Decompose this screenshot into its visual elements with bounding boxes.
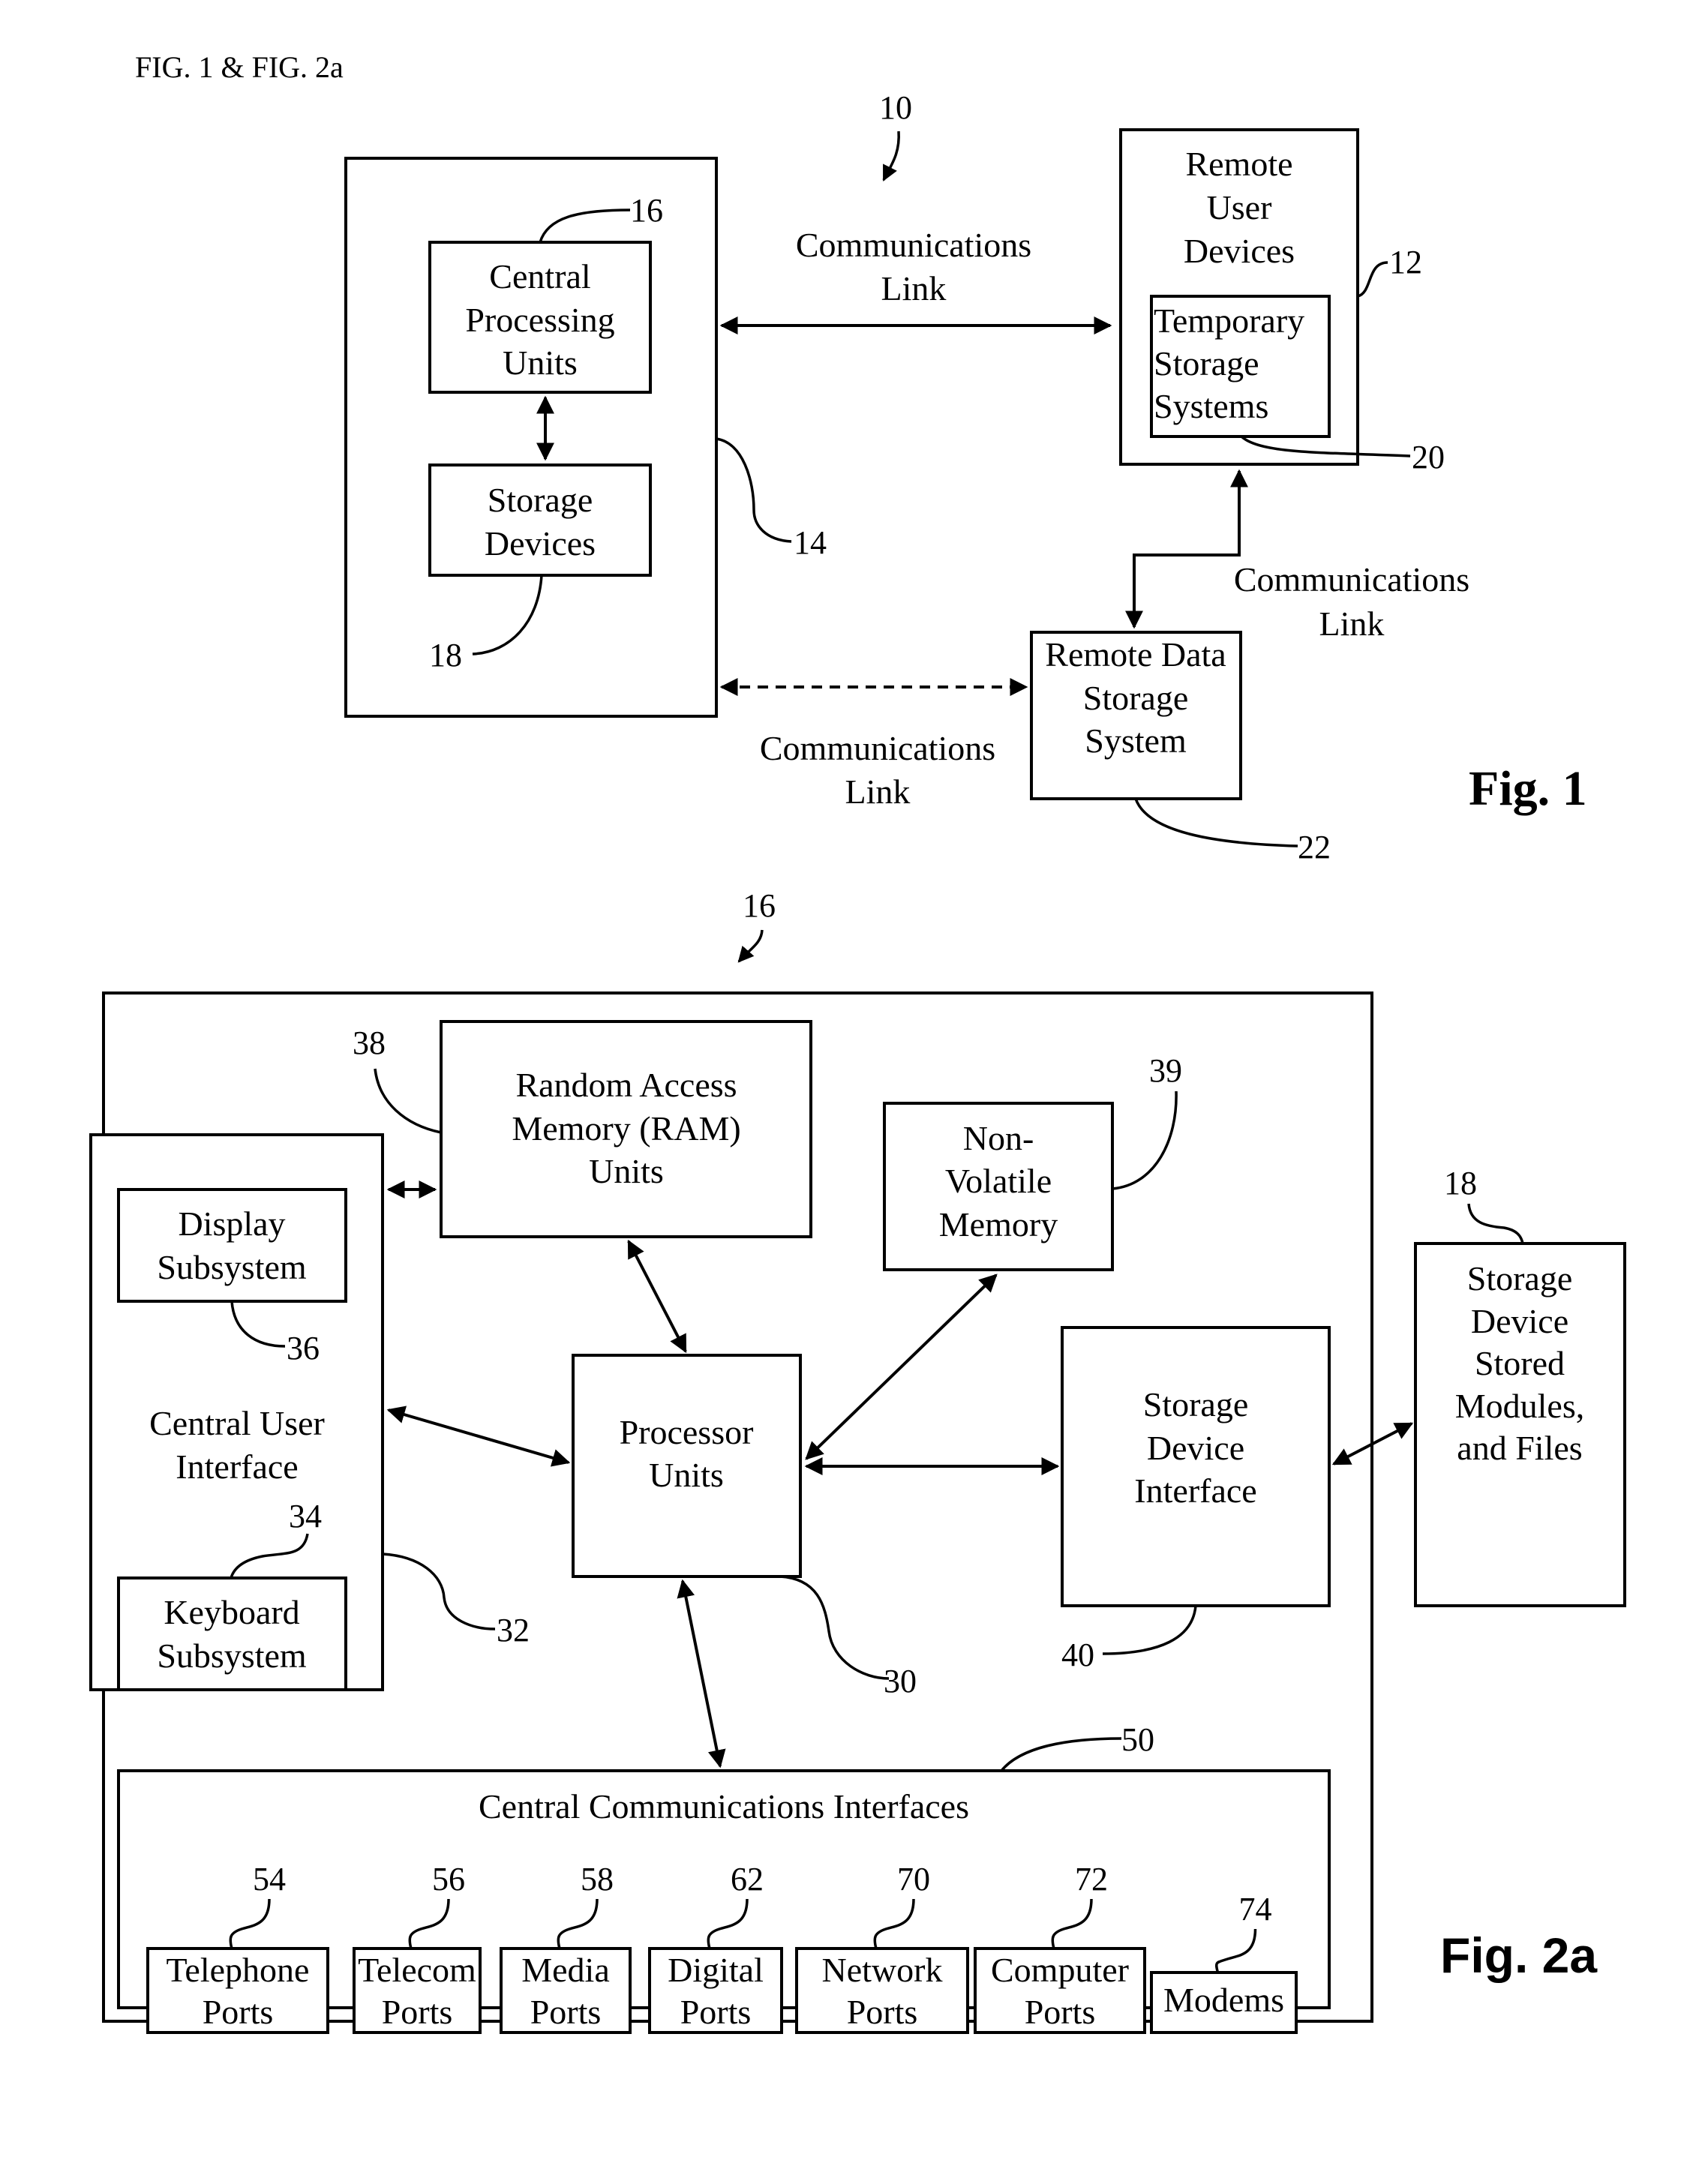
svg-text:Link: Link: [1319, 604, 1385, 643]
svg-text:Remote Data: Remote Data: [1045, 635, 1226, 674]
ref-12: 12: [1389, 244, 1422, 280]
ref-16: 16: [630, 192, 663, 229]
svg-text:Memory: Memory: [939, 1205, 1058, 1244]
svg-text:Link: Link: [881, 269, 947, 308]
ref-50: 50: [1121, 1721, 1154, 1758]
port-label: Ports: [847, 1993, 918, 2031]
svg-text:Storage: Storage: [488, 481, 593, 519]
port-label: Ports: [1025, 1993, 1096, 2031]
svg-text:Systems: Systems: [1154, 387, 1268, 425]
svg-text:Central User: Central User: [149, 1404, 325, 1442]
svg-text:Storage: Storage: [1467, 1259, 1573, 1298]
figure-1-caption: Fig. 1: [1469, 761, 1587, 816]
svg-text:Modules,: Modules,: [1455, 1387, 1585, 1425]
svg-text:Devices: Devices: [1184, 232, 1295, 270]
ref-30: 30: [884, 1663, 917, 1700]
svg-text:Processing: Processing: [465, 301, 614, 339]
ref-20: 20: [1412, 439, 1445, 476]
svg-text:Temporary: Temporary: [1154, 302, 1304, 340]
figure-1: 10 Central Processing Units 16 Storage D…: [344, 89, 1587, 866]
svg-text:Device: Device: [1471, 1302, 1568, 1340]
svg-text:Keyboard: Keyboard: [164, 1593, 299, 1631]
port-label: Digital: [668, 1951, 764, 1989]
svg-text:Units: Units: [589, 1152, 664, 1190]
figure-2a-caption: Fig. 2a: [1440, 1928, 1598, 1983]
link-label-1: Communications Link: [796, 226, 1031, 308]
svg-text:System: System: [1085, 722, 1187, 760]
sheet-header: FIG. 1 & FIG. 2a: [135, 50, 344, 84]
svg-text:User: User: [1207, 188, 1272, 226]
ref-12-leader: [1357, 261, 1388, 298]
communications-interfaces-title: Central Communications Interfaces: [479, 1787, 969, 1826]
ref-34: 34: [289, 1498, 322, 1534]
port-label: Telephone: [167, 1951, 310, 1989]
svg-text:and Files: and Files: [1457, 1429, 1582, 1467]
system-10-pointer-arrow: [882, 130, 900, 182]
ref-40: 40: [1061, 1636, 1094, 1673]
ref-16-fig2a: 16: [743, 887, 776, 924]
svg-text:Communications: Communications: [760, 729, 995, 767]
svg-text:Display: Display: [178, 1204, 285, 1243]
svg-text:Memory (RAM): Memory (RAM): [512, 1109, 740, 1148]
port-ref-number: 54: [253, 1861, 286, 1898]
port-ref-number: 74: [1239, 1891, 1272, 1928]
port-label: Computer: [991, 1951, 1129, 1989]
svg-text:Device: Device: [1147, 1429, 1244, 1467]
ref-18: 18: [429, 637, 462, 674]
port-label: Media: [521, 1951, 610, 1989]
ref-39: 39: [1149, 1052, 1182, 1089]
svg-text:Communications: Communications: [796, 226, 1031, 264]
svg-text:Link: Link: [845, 772, 911, 811]
link-label-2: Communications Link: [1234, 560, 1469, 643]
svg-text:Units: Units: [503, 344, 578, 382]
ref-10: 10: [879, 89, 912, 126]
ref-18-fig2a: 18: [1444, 1165, 1477, 1202]
port-ref-number: 62: [731, 1861, 764, 1898]
svg-text:Non-: Non-: [963, 1119, 1034, 1157]
svg-text:Remote: Remote: [1185, 145, 1292, 183]
svg-text:Storage: Storage: [1143, 1385, 1249, 1424]
svg-text:Storage: Storage: [1154, 344, 1259, 382]
svg-text:Communications: Communications: [1234, 560, 1469, 598]
svg-text:Random Access: Random Access: [515, 1066, 737, 1104]
ref-22-leader: [1134, 798, 1298, 848]
ref-14: 14: [794, 524, 827, 561]
port-ref-number: 70: [897, 1861, 930, 1898]
ref-32: 32: [497, 1612, 530, 1648]
ref-38: 38: [353, 1024, 386, 1061]
svg-text:Stored: Stored: [1475, 1344, 1565, 1382]
svg-text:Processor: Processor: [620, 1413, 754, 1451]
remote-user-data-link-arrow: [1125, 469, 1248, 629]
svg-text:Interface: Interface: [176, 1448, 298, 1486]
storage-device-interface-label: Storage Device Interface: [1134, 1385, 1256, 1510]
svg-text:Subsystem: Subsystem: [157, 1248, 307, 1286]
port-ref-number: 58: [581, 1861, 614, 1898]
figure-2a: 16 Display Subsystem 36 Central User Int…: [89, 887, 1626, 2034]
port-label: Network: [822, 1951, 943, 1989]
port-ref-number: 56: [432, 1861, 465, 1898]
patent-figure-sheet: FIG. 1 & FIG. 2a 10 Central Processing U…: [89, 50, 1626, 2034]
port-label: Ports: [382, 1993, 453, 2031]
port-ref-number: 72: [1075, 1861, 1108, 1898]
port-label: Modems: [1163, 1981, 1284, 2019]
svg-text:Devices: Devices: [485, 524, 596, 562]
svg-text:Volatile: Volatile: [945, 1162, 1052, 1200]
svg-text:Interface: Interface: [1134, 1472, 1256, 1510]
port-label: Ports: [680, 1993, 752, 2031]
svg-text:Units: Units: [649, 1456, 724, 1494]
ref-18-fig2a-leader: [1467, 1203, 1524, 1244]
link-label-3: Communications Link: [760, 729, 995, 811]
ref-14-leader: [716, 437, 792, 543]
port-label: Telecom: [358, 1951, 476, 1989]
port-label: Ports: [203, 1993, 274, 2031]
ref-22: 22: [1298, 829, 1331, 866]
svg-text:Central: Central: [489, 257, 590, 296]
svg-text:Storage: Storage: [1083, 679, 1189, 717]
port-label: Ports: [530, 1993, 602, 2031]
system-16-pointer-arrow: [737, 929, 764, 963]
svg-text:Subsystem: Subsystem: [157, 1636, 307, 1675]
ref-36: 36: [287, 1330, 320, 1366]
